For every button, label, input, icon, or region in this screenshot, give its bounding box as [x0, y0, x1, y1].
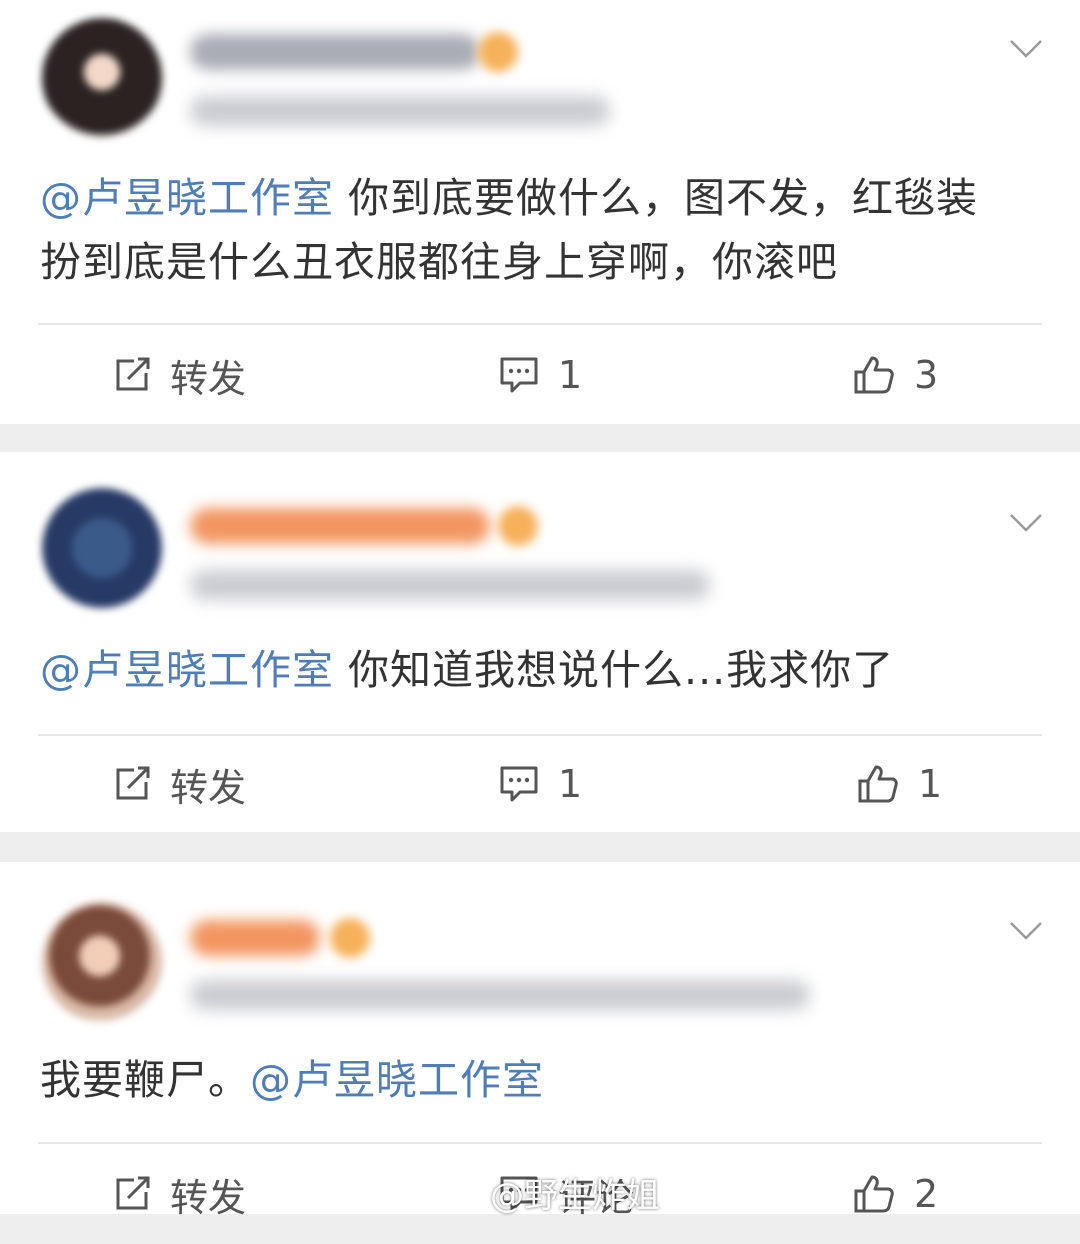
- watermark: @野生炸姐: [440, 1168, 660, 1217]
- comment-icon: [500, 766, 538, 802]
- comment-card-3: 我要鞭尸。@卢昱晓工作室 转发 评论 2: [0, 862, 1080, 1220]
- comment-count: 1: [558, 353, 583, 397]
- repost-icon: [116, 357, 150, 391]
- comment-text-before: 我要鞭尸。: [40, 1056, 250, 1104]
- post-meta-blurred: [190, 570, 710, 600]
- like-button[interactable]: 3: [852, 325, 938, 425]
- like-count: 2: [914, 1172, 939, 1216]
- chevron-down-icon[interactable]: [1008, 510, 1044, 534]
- like-icon: [854, 1175, 894, 1213]
- post-meta-blurred: [190, 96, 610, 126]
- avatar[interactable]: [42, 488, 162, 608]
- repost-label: 转发: [170, 1175, 247, 1220]
- comment-text-line2: 扮到底是什么丑衣服都往身上穿啊，你滚吧: [40, 238, 838, 286]
- avatar[interactable]: [42, 902, 162, 1022]
- repost-icon: [116, 1176, 150, 1210]
- comment-text-line1: 你到底要做什么，图不发，红毯装: [334, 174, 979, 222]
- username-blurred[interactable]: [190, 508, 490, 544]
- comment-text-line1: 你知道我想说什么...我求你了: [334, 646, 895, 694]
- comment-card-1: @卢昱晓工作室 你到底要做什么，图不发，红毯装 扮到底是什么丑衣服都往身上穿啊，…: [0, 0, 1080, 424]
- repost-icon: [116, 766, 150, 800]
- comment-icon: [500, 357, 538, 393]
- username-blurred[interactable]: [190, 34, 480, 70]
- like-count: 1: [918, 762, 943, 806]
- comment-button[interactable]: 1: [498, 734, 582, 834]
- verified-badge-icon: [478, 32, 518, 72]
- like-count: 3: [914, 353, 939, 397]
- action-bar: 转发 1 1: [0, 734, 1080, 834]
- verified-badge-icon: [498, 506, 538, 546]
- comment-count: 1: [558, 762, 583, 806]
- like-button[interactable]: 2: [852, 1144, 938, 1244]
- repost-label: 转发: [170, 356, 247, 401]
- repost-button[interactable]: 转发: [112, 325, 246, 425]
- like-icon: [858, 765, 898, 803]
- chevron-down-icon[interactable]: [1008, 918, 1044, 942]
- like-button[interactable]: 1: [856, 734, 942, 834]
- verified-badge-icon: [330, 918, 370, 958]
- mention-link[interactable]: @卢昱晓工作室: [40, 646, 334, 694]
- mention-link[interactable]: @卢昱晓工作室: [40, 174, 334, 222]
- watermark-text: @野生炸姐: [490, 1176, 660, 1216]
- comment-text: 我要鞭尸。@卢昱晓工作室: [40, 1048, 1026, 1112]
- weibo-logo-icon: [441, 1178, 482, 1209]
- comment-card-2: @卢昱晓工作室 你知道我想说什么...我求你了 转发 1 1: [0, 452, 1080, 832]
- post-meta-blurred: [190, 980, 810, 1010]
- repost-button[interactable]: 转发: [112, 734, 246, 834]
- avatar[interactable]: [42, 18, 162, 138]
- action-bar: 转发 1 3: [0, 325, 1080, 425]
- comment-text: @卢昱晓工作室 你知道我想说什么...我求你了: [40, 638, 1026, 702]
- chevron-down-icon[interactable]: [1008, 36, 1044, 60]
- username-blurred[interactable]: [190, 920, 320, 956]
- mention-link[interactable]: @卢昱晓工作室: [250, 1056, 544, 1104]
- repost-button[interactable]: 转发: [112, 1144, 246, 1244]
- comment-text: @卢昱晓工作室 你到底要做什么，图不发，红毯装 扮到底是什么丑衣服都往身上穿啊，…: [40, 166, 1026, 294]
- like-icon: [854, 356, 894, 394]
- repost-label: 转发: [170, 765, 247, 810]
- comment-button[interactable]: 1: [498, 325, 582, 425]
